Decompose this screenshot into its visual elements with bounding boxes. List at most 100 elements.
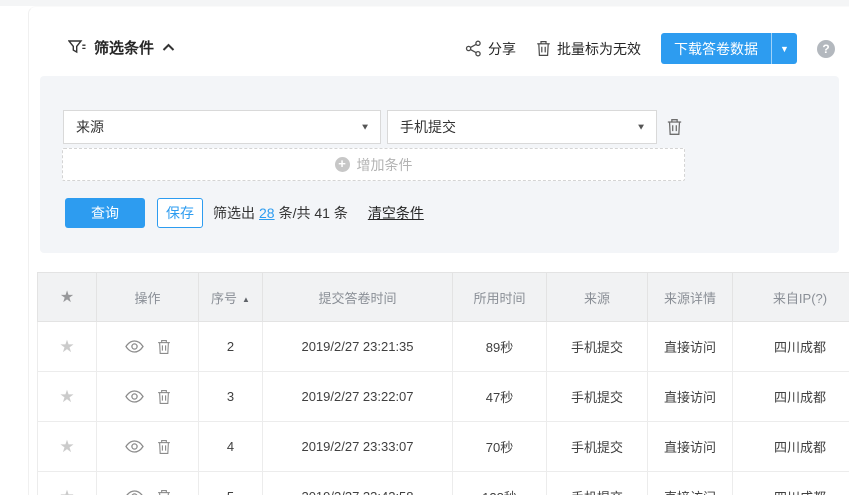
view-answer-button[interactable] [125,340,144,353]
select-caret-icon: ▼ [360,122,370,131]
delete-answer-button[interactable] [157,339,171,355]
eye-icon [125,440,144,453]
table-body: ★22019/2/27 23:21:3589秒手机提交直接访问四川成都★3201… [38,322,849,495]
cell-duration: 47秒 [453,372,547,422]
batch-invalid-button[interactable]: 批量标为无效 [536,39,641,59]
condition-value-select[interactable]: 手机提交 ▼ [387,110,657,144]
caret-down-icon: ▼ [780,44,789,54]
filter-toggle-label: 筛选条件 [94,37,154,58]
col-header-ops: 操作 [97,273,199,322]
cell-time: 2019/2/27 23:33:07 [263,422,453,472]
cell-ip: 四川成都 [733,372,849,422]
col-header-time: 提交答卷时间 [263,273,453,322]
cell-ops [97,372,199,422]
cell-num: 4 [199,422,263,472]
cell-source: 手机提交 [547,322,648,372]
add-condition-button[interactable]: + 增加条件 [62,148,685,181]
filter-toggle[interactable]: 筛选条件 [68,36,175,58]
col-header-star[interactable]: ★ [38,273,97,322]
share-icon [465,40,482,57]
table-header: ★操作序号▲提交答卷时间所用时间来源来源详情来自IP(?) [38,273,849,322]
condition-field-select[interactable]: 来源 ▼ [63,110,381,144]
col-header-detail: 来源详情 [648,273,733,322]
table-row: ★52019/2/27 23:42:58128秒手机提交直接访问四川成都 [38,472,849,495]
condition-value-value: 手机提交 [400,117,456,137]
condition-row: 来源 ▼ 手机提交 ▼ [63,110,683,144]
cell-star[interactable]: ★ [38,322,97,372]
star-toggle[interactable]: ★ [59,437,74,456]
col-label-detail: 来源详情 [664,291,716,306]
col-label-ip: 来自IP(?) [773,291,827,306]
toolbar-right: 分享 批量标为无效 下载答卷数据 ▼ ? [465,33,835,64]
filter-panel: 来源 ▼ 手机提交 ▼ + 增加条件 查询 保存 筛选出28条/共 41 条 清… [40,76,839,253]
help-button[interactable]: ? [817,40,835,58]
download-caret-button[interactable]: ▼ [771,33,797,64]
delete-answer-button[interactable] [157,389,171,405]
col-label-time: 提交答卷时间 [318,291,396,306]
cell-num: 2 [199,322,263,372]
table-row: ★22019/2/27 23:21:3589秒手机提交直接访问四川成都 [38,322,849,372]
delete-answer-button[interactable] [157,439,171,455]
view-answer-button[interactable] [125,440,144,453]
cell-detail: 直接访问 [648,472,733,495]
clear-conditions-link[interactable]: 清空条件 [368,203,424,223]
col-header-ip: 来自IP(?) [733,273,849,322]
trash-icon [157,489,171,495]
cell-duration: 70秒 [453,422,547,472]
cell-time: 2019/2/27 23:42:58 [263,472,453,495]
cell-detail: 直接访问 [648,422,733,472]
cell-time: 2019/2/27 23:22:07 [263,372,453,422]
cell-detail: 直接访问 [648,372,733,422]
trash-icon [157,389,171,405]
col-header-duration: 所用时间 [453,273,547,322]
answers-table-wrap: ★操作序号▲提交答卷时间所用时间来源来源详情来自IP(?) ★22019/2/2… [37,272,849,495]
trash-icon [157,439,171,455]
save-button[interactable]: 保存 [157,198,203,228]
select-caret-icon: ▼ [636,122,646,131]
star-toggle[interactable]: ★ [59,337,74,356]
cell-detail: 直接访问 [648,322,733,372]
download-split-button: 下载答卷数据 ▼ [661,33,797,64]
cell-source: 手机提交 [547,372,648,422]
chevron-up-icon [162,43,175,52]
sort-asc-icon: ▲ [242,295,250,304]
row-operations [98,473,197,495]
cell-source: 手机提交 [547,422,648,472]
trash-icon [157,339,171,355]
delete-answer-button[interactable] [157,489,171,495]
condition-delete-button[interactable] [666,118,683,136]
cell-time: 2019/2/27 23:21:35 [263,322,453,372]
result-suffix: 条/共 41 条 [279,205,348,221]
cell-duration: 89秒 [453,322,547,372]
view-answer-button[interactable] [125,490,144,495]
eye-icon [125,390,144,403]
cell-star[interactable]: ★ [38,422,97,472]
batch-invalid-label: 批量标为无效 [557,39,641,59]
plus-circle-icon: + [335,157,350,172]
eye-icon [125,490,144,495]
cell-star[interactable]: ★ [38,472,97,495]
cell-ops [97,422,199,472]
cell-ip: 四川成都 [733,422,849,472]
star-toggle[interactable]: ★ [59,387,74,406]
share-button[interactable]: 分享 [465,39,516,59]
star-icon: ★ [60,289,74,306]
cell-star[interactable]: ★ [38,372,97,422]
filter-result-text: 筛选出28条/共 41 条 [213,203,348,223]
view-answer-button[interactable] [125,390,144,403]
condition-field-value: 来源 [76,117,104,137]
star-toggle[interactable]: ★ [59,487,74,495]
row-operations [98,423,197,470]
filtered-count-link[interactable]: 28 [259,205,275,221]
share-label: 分享 [488,39,516,59]
result-prefix: 筛选出 [213,205,255,221]
download-button[interactable]: 下载答卷数据 [661,33,771,64]
cell-num: 5 [199,472,263,495]
query-button[interactable]: 查询 [65,198,145,228]
col-label-num: 序号 [211,291,237,306]
table-row: ★ 42019/2/27 23:33:0770秒手机提交直接访问四川成都 [38,422,849,472]
col-label-duration: 所用时间 [473,291,525,306]
funnel-filter-icon [68,39,86,56]
col-header-num[interactable]: 序号 ▲ [199,273,263,322]
cell-ops [97,322,199,372]
